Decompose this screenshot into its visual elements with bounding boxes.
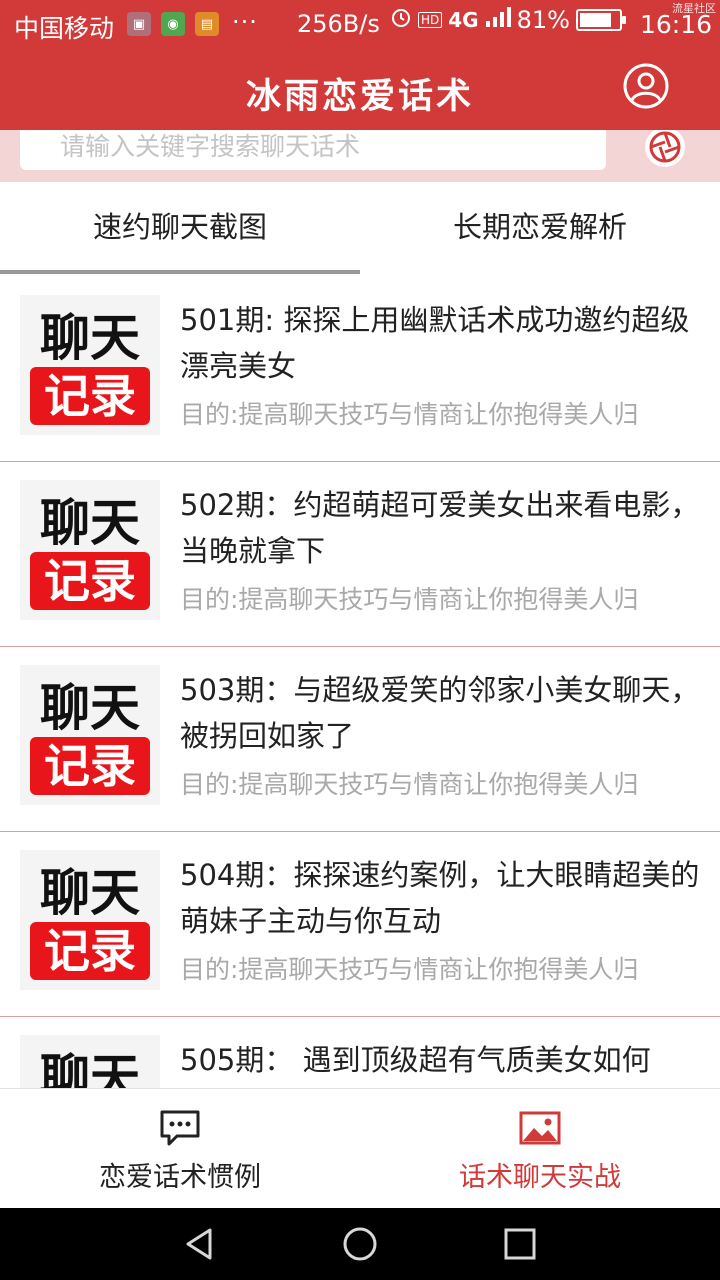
more-notifications-icon: ···	[232, 8, 258, 36]
camera-button[interactable]	[640, 130, 690, 172]
thumbnail-bottom-text: 记录	[44, 924, 136, 978]
gallery-notification-icon: ▣	[127, 12, 151, 36]
chat-record-thumbnail: 聊天 记录	[20, 295, 160, 435]
list-item[interactable]: 聊天 记录 503期：与超级爱笑的邻家小美女聊天，被拐回如家了 目的:提高聊天技…	[0, 647, 720, 832]
item-subtitle: 目的:提高聊天技巧与情商让你抱得美人归	[180, 770, 639, 799]
list-item[interactable]: 聊天 记录 502期：约超萌超可爱美女出来看电影，当晚就拿下 目的:提高聊天技巧…	[0, 462, 720, 647]
nav-chat-practice[interactable]: 话术聊天实战	[360, 1089, 720, 1209]
network-type: 4G	[448, 8, 479, 32]
search-bar	[0, 130, 720, 182]
carrier-label: 中国移动	[14, 14, 115, 43]
item-title: 504期：探探速约案例，让大眼睛超美的萌妹子主动与你互动	[180, 858, 700, 938]
thumbnail-top-text: 聊天	[40, 1048, 140, 1088]
item-subtitle: 目的:提高聊天技巧与情商让你抱得美人归	[180, 585, 639, 614]
nav-label: 恋爱话术惯例	[99, 1162, 261, 1193]
search-box	[20, 130, 606, 170]
camera-icon	[645, 130, 685, 167]
chat-record-thumbnail: 聊天 记录	[20, 665, 160, 805]
thumbnail-top-text: 聊天	[40, 863, 140, 922]
hd-badge: HD	[418, 12, 443, 28]
home-icon[interactable]	[342, 1226, 378, 1262]
nav-label: 话术聊天实战	[459, 1162, 621, 1193]
tab-indicator	[0, 270, 360, 274]
list-item[interactable]: 聊天 记录 505期： 遇到顶级超有气质美女如何	[0, 1017, 720, 1088]
profile-button[interactable]	[622, 62, 670, 110]
tab-bar: 速约聊天截图 长期恋爱解析	[0, 182, 720, 277]
chat-bubble-icon	[160, 1110, 200, 1146]
tab-quick-chat-screenshots[interactable]: 速约聊天截图	[0, 182, 360, 272]
shop-notification-icon: ▤	[195, 12, 219, 36]
recents-icon[interactable]	[502, 1226, 538, 1262]
system-nav-bar	[0, 1208, 720, 1280]
bottom-nav: 恋爱话术惯例 话术聊天实战	[0, 1088, 720, 1208]
notification-icons: ▣ ◉ ▤	[127, 12, 219, 36]
chat-record-thumbnail: 聊天 记录	[20, 480, 160, 620]
thumbnail-bottom-text: 记录	[44, 554, 136, 608]
network-speed: 256B/s	[297, 10, 380, 38]
item-title: 503期：与超级爱笑的邻家小美女聊天，被拐回如家了	[180, 673, 700, 753]
app-bar: 冰雨恋爱话术	[0, 50, 720, 130]
thumbnail-top-text: 聊天	[40, 308, 140, 367]
nav-love-scripts[interactable]: 恋爱话术惯例	[0, 1089, 360, 1209]
battery-icon	[575, 9, 626, 31]
image-icon	[519, 1111, 561, 1145]
user-circle-icon	[623, 63, 669, 109]
thumbnail-bottom-text: 记录	[44, 369, 136, 423]
app-notification-icon: ◉	[161, 12, 185, 36]
status-bar: 中国移动 ▣ ◉ ▤ ··· 256B/s HD 4G 81% 16:16 流星…	[0, 0, 720, 50]
thumbnail-top-text: 聊天	[40, 493, 140, 552]
thumbnail-bottom-text: 记录	[44, 739, 136, 793]
alarm-icon	[390, 6, 412, 34]
back-icon[interactable]	[182, 1226, 218, 1262]
watermark: 流星社区	[672, 2, 716, 15]
search-input[interactable]	[60, 132, 580, 161]
item-title: 502期：约超萌超可爱美女出来看电影，当晚就拿下	[180, 488, 700, 568]
item-title: 501期: 探探上用幽默话术成功邀约超级漂亮美女	[180, 303, 690, 383]
item-title: 505期： 遇到顶级超有气质美女如何	[180, 1043, 651, 1077]
chat-record-thumbnail: 聊天 记录	[20, 850, 160, 990]
list-item[interactable]: 聊天 记录 504期：探探速约案例，让大眼睛超美的萌妹子主动与你互动 目的:提高…	[0, 832, 720, 1017]
status-right: HD 4G 81%	[390, 6, 626, 34]
item-subtitle: 目的:提高聊天技巧与情商让你抱得美人归	[180, 955, 639, 984]
thumbnail-top-text: 聊天	[40, 678, 140, 737]
chat-record-thumbnail: 聊天 记录	[20, 1035, 160, 1088]
signal-icon	[485, 6, 511, 34]
article-list: 聊天 记录 501期: 探探上用幽默话术成功邀约超级漂亮美女 目的:提高聊天技巧…	[0, 277, 720, 1088]
app-title: 冰雨恋爱话术	[245, 77, 474, 117]
tab-long-term-analysis[interactable]: 长期恋爱解析	[360, 182, 720, 272]
battery-percent: 81%	[516, 6, 570, 34]
list-item[interactable]: 聊天 记录 501期: 探探上用幽默话术成功邀约超级漂亮美女 目的:提高聊天技巧…	[0, 277, 720, 462]
item-subtitle: 目的:提高聊天技巧与情商让你抱得美人归	[180, 400, 639, 429]
